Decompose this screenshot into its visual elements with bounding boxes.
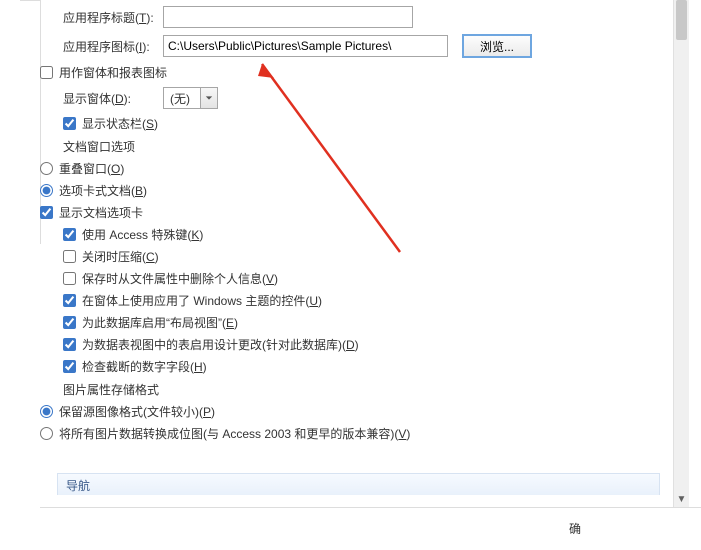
- themed-controls-box[interactable]: [63, 294, 76, 307]
- app-icon-label: 应用程序图标(I):: [63, 38, 163, 55]
- pic-preserve-input[interactable]: [40, 405, 53, 418]
- trunc-num-label: 检查截断的数字字段(H): [82, 358, 207, 375]
- themed-controls-checkbox[interactable]: 在窗体上使用应用了 Windows 主题的控件(U): [63, 292, 674, 309]
- trunc-num-checkbox[interactable]: 检查截断的数字字段(H): [63, 358, 674, 375]
- overlap-windows-label: 重叠窗口(O): [59, 160, 124, 177]
- layout-view-box[interactable]: [63, 316, 76, 329]
- pic-preserve-radio[interactable]: 保留源图像格式(文件较小)(P): [40, 403, 674, 420]
- status-bar-checkbox[interactable]: 显示状态栏(S): [63, 115, 674, 132]
- compact-close-box[interactable]: [63, 250, 76, 263]
- compact-close-checkbox[interactable]: 关闭时压缩(C): [63, 248, 674, 265]
- design-changes-box[interactable]: [63, 338, 76, 351]
- scroll-thumb[interactable]: [676, 0, 687, 40]
- tabbed-doc-label: 选项卡式文档(B): [59, 182, 147, 199]
- use-as-form-icon-label: 用作窗体和报表图标: [59, 64, 167, 81]
- remove-pi-checkbox[interactable]: 保存时从文件属性中删除个人信息(V): [63, 270, 674, 287]
- themed-controls-label: 在窗体上使用应用了 Windows 主题的控件(U): [82, 292, 322, 309]
- scroll-down-icon[interactable]: ▼: [674, 492, 689, 508]
- ok-button-partial[interactable]: 确: [569, 520, 593, 540]
- remove-pi-label: 保存时从文件属性中删除个人信息(V): [82, 270, 278, 287]
- compact-close-label: 关闭时压缩(C): [82, 248, 159, 265]
- access-keys-label: 使用 Access 特殊键(K): [82, 226, 203, 243]
- dropdown-arrow-icon[interactable]: [200, 88, 217, 108]
- app-title-input[interactable]: [163, 6, 413, 28]
- show-doc-tabs-box[interactable]: [40, 206, 53, 219]
- remove-pi-box[interactable]: [63, 272, 76, 285]
- app-title-label: 应用程序标题(T):: [63, 9, 163, 26]
- app-icon-row: 应用程序图标(I): 浏览...: [63, 34, 674, 58]
- design-changes-checkbox[interactable]: 为数据表视图中的表启用设计更改(针对此数据库)(D): [63, 336, 674, 353]
- tabbed-doc-input[interactable]: [40, 184, 53, 197]
- browse-button[interactable]: 浏览...: [462, 34, 532, 58]
- show-doc-tabs-checkbox[interactable]: 显示文档选项卡: [40, 204, 674, 221]
- status-bar-box[interactable]: [63, 117, 76, 130]
- layout-view-checkbox[interactable]: 为此数据库启用“布局视图”(E): [63, 314, 674, 331]
- vertical-scrollbar[interactable]: ▼: [673, 0, 689, 508]
- show-doc-tabs-label: 显示文档选项卡: [59, 204, 143, 221]
- show-form-row: 显示窗体(D): (无): [63, 87, 674, 109]
- trunc-num-box[interactable]: [63, 360, 76, 373]
- picture-format-header: 图片属性存储格式: [63, 381, 674, 398]
- pic-preserve-label: 保留源图像格式(文件较小)(P): [59, 403, 215, 420]
- app-title-row: 应用程序标题(T):: [63, 6, 674, 28]
- pic-convert-input[interactable]: [40, 427, 53, 440]
- tabbed-doc-radio[interactable]: 选项卡式文档(B): [40, 182, 674, 199]
- access-keys-checkbox[interactable]: 使用 Access 特殊键(K): [63, 226, 674, 243]
- status-bar-label: 显示状态栏(S): [82, 115, 158, 132]
- overlap-windows-input[interactable]: [40, 162, 53, 175]
- pic-convert-label: 将所有图片数据转换成位图(与 Access 2003 和更早的版本兼容)(V): [59, 425, 410, 442]
- navigation-section-header: 导航: [57, 473, 660, 495]
- use-as-form-icon-checkbox[interactable]: 用作窗体和报表图标: [40, 64, 674, 81]
- pic-convert-radio[interactable]: 将所有图片数据转换成位图(与 Access 2003 和更早的版本兼容)(V): [40, 425, 674, 442]
- app-icon-input[interactable]: [163, 35, 448, 57]
- show-form-label: 显示窗体(D):: [63, 90, 163, 107]
- show-form-select[interactable]: (无): [163, 87, 218, 109]
- design-changes-label: 为数据表视图中的表启用设计更改(针对此数据库)(D): [82, 336, 359, 353]
- doc-window-header: 文档窗口选项: [63, 138, 674, 155]
- layout-view-label: 为此数据库启用“布局视图”(E): [82, 314, 238, 331]
- show-form-value: (无): [164, 90, 200, 107]
- access-keys-box[interactable]: [63, 228, 76, 241]
- use-as-form-icon-box[interactable]: [40, 66, 53, 79]
- overlap-windows-radio[interactable]: 重叠窗口(O): [40, 160, 674, 177]
